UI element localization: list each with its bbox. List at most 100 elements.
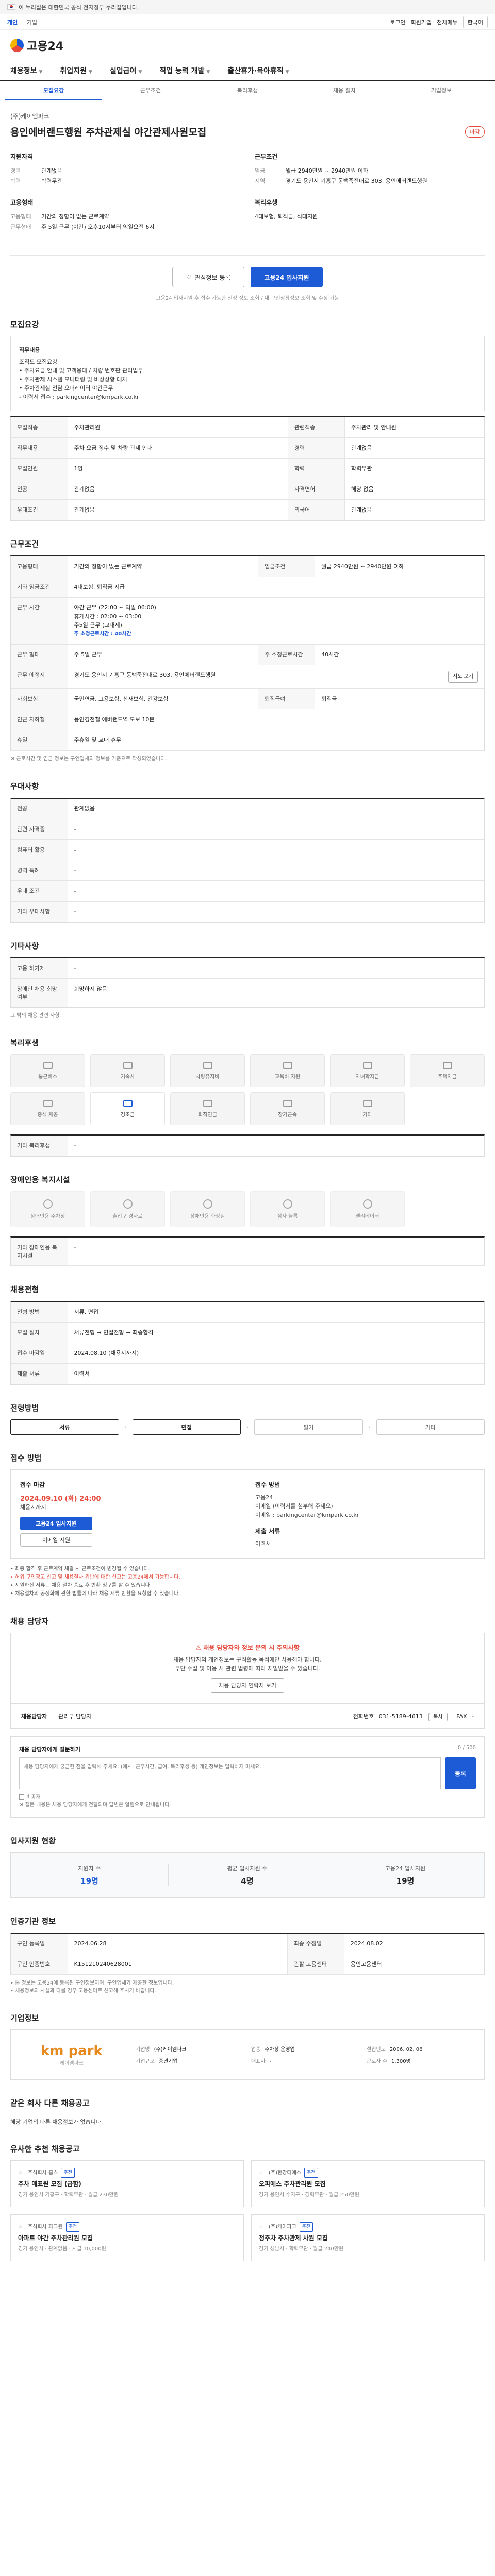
notice-line: 무단 수집 및 이용 시 관련 법령에 따라 처벌받을 수 있습니다. — [175, 1665, 320, 1672]
other-section: 기타사항 고용 허가제 - 장애인 채용 희망 여부 희망하지 않음 그 밖의 채용… — [10, 940, 485, 1020]
secret-checkbox[interactable] — [19, 1794, 24, 1800]
row-value: 용인경전철 에버랜드역 도보 10분 — [68, 709, 484, 730]
row-key: 경력 — [288, 437, 345, 459]
section-title: 모집요강 — [10, 320, 39, 329]
tab-personal[interactable]: 개인 — [7, 19, 18, 26]
apply-online-button[interactable]: 고용24 입사지원 — [20, 1517, 92, 1530]
nav-label: 출산휴가·육아휴직 — [227, 67, 284, 75]
row-value: 월급 2940만원 ~ 2940만원 이하 — [315, 556, 484, 577]
field-key: 대표자 — [251, 2059, 266, 2064]
row-value: 주휴일 및 교대 휴무 — [68, 730, 484, 751]
job-description: 직무내용 조직도 모집요강 • 주차요금 안내 및 고객응대 / 차량 번호판 … — [10, 336, 485, 411]
rec-tag: 추천 — [65, 2222, 80, 2232]
desc-line: - 이력서 접수 : parkingcenter@kmpark.co.kr — [19, 394, 139, 400]
question-input[interactable] — [19, 1757, 441, 1789]
company-name[interactable]: (주)케이엠파크 — [10, 112, 485, 121]
map-button[interactable]: 지도 보기 — [448, 671, 478, 683]
question-submit-button[interactable]: 등록 — [445, 1757, 476, 1789]
tab-company[interactable]: 기업정보 — [393, 81, 490, 100]
star-icon[interactable]: ☆ — [18, 2223, 23, 2231]
parking-icon — [43, 1199, 53, 1209]
medal-icon — [283, 1099, 292, 1107]
star-icon[interactable]: ☆ — [259, 2168, 263, 2177]
stat-label: 고용24 입사지원 — [385, 1865, 426, 1872]
copy-phone-button[interactable]: 복사 — [428, 1713, 448, 1721]
rec-company: 주식회사 홈스 — [27, 2170, 58, 2176]
facility-label: 출입구 경사로 — [112, 1213, 143, 1219]
login-link[interactable]: 로그인 — [390, 18, 405, 26]
nav-item-leave[interactable]: 출산휴가·육아휴직 ▼ — [227, 65, 289, 76]
alert-icon: ⚠ — [195, 1644, 204, 1651]
language-select[interactable]: 한국어 — [463, 15, 488, 28]
kv-value: 월급 2940만원 ~ 2940만원 이하 — [286, 167, 369, 174]
row-value: 1명 — [68, 458, 288, 479]
row-value: - — [68, 901, 484, 922]
welfare-summary-title: 복리후생 — [255, 199, 278, 206]
table-row: 우대조건 관계없음 외국어 관계없음 — [11, 499, 484, 520]
welfare-item: 장기근속 — [250, 1092, 325, 1125]
stat-label: 평균 입사지원 수 — [227, 1865, 268, 1872]
apply-section: 접수 방법 접수 마감 2024.09.10 (화) 24:00 채용시까지 고… — [10, 1452, 485, 1598]
row-key: 근무 형태 — [11, 644, 68, 665]
table-row: 휴일 주휴일 및 교대 휴무 — [11, 730, 484, 751]
table-row: 전공 관계없음 자격면허 해당 없음 — [11, 479, 484, 500]
button-label: 관심정보 등록 — [194, 274, 231, 281]
manager-notice: ⚠ 채용 담당자와 정보 문의 시 주의사항 채용 담당자의 개인정보는 구직활… — [10, 1633, 485, 1704]
stat-item: 지원자 수 19명 — [11, 1864, 169, 1886]
site-logo[interactable]: 고용24 — [10, 37, 63, 54]
hours-note: 주 소정근로시간 : 40시간 — [74, 631, 131, 637]
table-row: 인근 지하철 용인경전철 에버랜드역 도보 10분 — [11, 709, 484, 730]
tab-business[interactable]: 기업 — [27, 19, 37, 26]
apply-email-button[interactable]: 이메일 지원 — [20, 1533, 92, 1547]
company-logo[interactable]: km park 케이엠파크 — [20, 2039, 123, 2070]
field-key: 근로자 수 — [367, 2059, 387, 2064]
star-icon[interactable]: ☆ — [18, 2168, 23, 2177]
char-count: 0 / 500 — [457, 1745, 476, 1751]
recruit-table: 모집직종 주차관리원 관련직종 주차관리 및 안내원 직무내용 주차 요금 징수 및 차… — [11, 417, 484, 520]
manager-section: 채용 담당자 ⚠ 채용 담당자와 정보 문의 시 주의사항 채용 담당자의 개인… — [10, 1616, 485, 1818]
deadline-badge: 마감 — [465, 126, 485, 138]
company-section: 기업정보 km park 케이엠파크 기업명 (주)케이엠파크 업종 주차장 운영업… — [10, 2012, 485, 2080]
row-key: 근무 예정지 — [11, 665, 68, 689]
nav-item-support[interactable]: 취업지원 ▼ — [60, 65, 92, 76]
nav-item-jobs[interactable]: 채용정보 ▼ — [10, 65, 42, 76]
kv-key: 임금 — [255, 167, 266, 174]
bus-icon — [43, 1061, 53, 1069]
welfare-item: 기숙사 — [90, 1054, 165, 1087]
nav-item-benefit[interactable]: 실업급여 ▼ — [110, 65, 142, 76]
recommend-card[interactable]: ☆ (주)한강티에스 추천 오피에스 주차관리원 모집 경기 용인시 수지구 · 경… — [251, 2160, 485, 2207]
table-row: 접수 마감일 2024.08.10 (채용시까지) — [11, 1343, 484, 1364]
company-info: 기업명 (주)케이엠파크 업종 주차장 운영업 설립년도 2006. 02. 06 기… — [136, 2045, 475, 2064]
recommend-card[interactable]: ☆ 주식회사 홈스 추천 주차 매표원 모집 (급함) 경기 용인시 기흥구 · 학… — [10, 2160, 244, 2207]
kv-key: 지역 — [255, 178, 266, 184]
interest-button[interactable]: ♡ 관심정보 등록 — [172, 267, 244, 287]
tab-process[interactable]: 채용 절차 — [296, 81, 393, 100]
tab-recruit[interactable]: 모집요강 — [5, 81, 102, 100]
row-key: 퇴직급여 — [258, 688, 316, 709]
main-nav: 채용정보 ▼ 취업지원 ▼ 실업급여 ▼ 직업 능력 개발 ▼ 출산휴가·육아휴직 ▼ — [0, 61, 495, 81]
nav-item-training[interactable]: 직업 능력 개발 ▼ — [159, 65, 210, 76]
kv-value: 관계없음 — [41, 167, 62, 174]
welfare-label: 경조금 — [120, 1112, 135, 1118]
table-row: 구인 인증번호 K151210240628001 관할 고용센터 용인고용센터 — [11, 1954, 484, 1975]
cap-icon — [362, 1061, 372, 1069]
section-title: 채용 담당자 — [10, 1617, 49, 1626]
apply-button[interactable]: 고용24 입사지원 — [251, 267, 323, 287]
all-menu-link[interactable]: 전체메뉴 — [437, 18, 457, 26]
gov-banner: 이 누리집은 대한민국 공식 전자정부 누리집입니다. — [0, 0, 495, 14]
show-contact-button[interactable]: 채용 담당자 연락처 보기 — [211, 1678, 284, 1693]
signup-link[interactable]: 회원가입 — [411, 18, 432, 26]
site-header: 고용24 — [0, 30, 495, 61]
star-icon[interactable]: ☆ — [259, 2223, 263, 2231]
nav-label: 채용정보 — [10, 67, 37, 75]
apply-deadline-sub: 채용시까지 — [20, 1504, 46, 1511]
tab-work[interactable]: 근무조건 — [102, 81, 199, 100]
recommend-card[interactable]: ☆ 주식회사 파크원 추천 아파트 야간 주차관리원 모집 경기 용인시 · 관계없… — [10, 2214, 244, 2261]
welfare-label: 주택자금 — [438, 1074, 457, 1080]
recommend-card[interactable]: ☆ (주)케이파크 추천 정주차 주차관제 사원 모집 경기 성남시 · 학력무관 … — [251, 2214, 485, 2261]
gift-icon — [123, 1099, 133, 1107]
house-icon — [123, 1061, 133, 1069]
tab-welfare[interactable]: 복리후생 — [199, 81, 296, 100]
row-value: 서류전형 → 면접전형 → 최종합격 — [68, 1322, 484, 1343]
apply-notices: • 최종 합격 후 근로계약 체결 시 근로조건이 변경될 수 있습니다. • … — [10, 1565, 485, 1598]
